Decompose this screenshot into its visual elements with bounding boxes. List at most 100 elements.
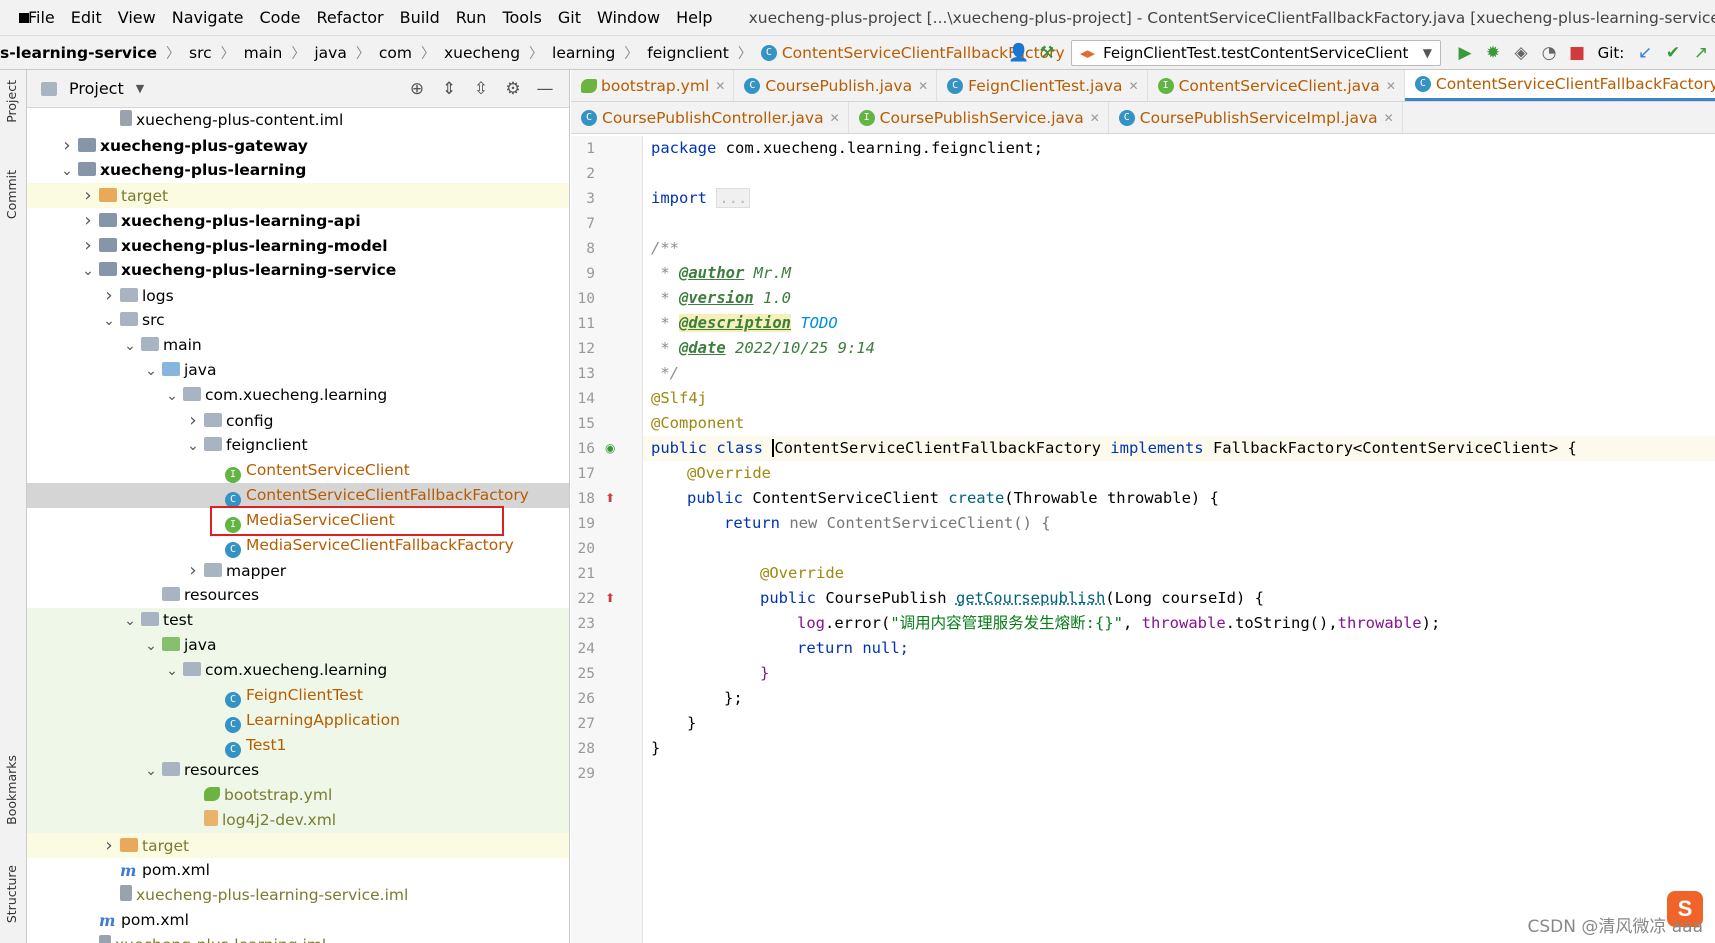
chevron-down-icon[interactable]: ⌄ <box>140 359 162 384</box>
tree-item[interactable]: m pom.xml <box>27 908 569 933</box>
tree-item[interactable]: log4j2-dev.xml <box>27 808 569 833</box>
tree-item[interactable]: xuecheng-plus-learning-service.iml <box>27 883 569 908</box>
line-number[interactable]: 16 <box>571 441 595 457</box>
tree-item[interactable]: bootstrap.yml <box>27 783 569 808</box>
tree-item[interactable]: ⌄ com.xuecheng.learning <box>27 658 569 683</box>
menu-file[interactable]: File <box>28 8 55 27</box>
menu-tools[interactable]: Tools <box>502 8 541 27</box>
tree-item[interactable]: ⌄ main <box>27 333 569 358</box>
menu-run[interactable]: Run <box>456 8 487 27</box>
tree-item[interactable]: › target <box>27 833 569 858</box>
build-hammer-icon[interactable]: ⚒ <box>1033 40 1061 66</box>
tree-item[interactable]: m pom.xml <box>27 858 569 883</box>
tree-item[interactable]: › mapper <box>27 558 569 583</box>
tree-item[interactable]: › logs <box>27 283 569 308</box>
breadcrumb-xuecheng[interactable]: xuecheng <box>444 44 520 62</box>
line-number[interactable]: 26 <box>571 691 595 707</box>
menu-window[interactable]: Window <box>597 8 660 27</box>
breadcrumb-learning[interactable]: learning <box>552 44 615 62</box>
profile-icon[interactable]: ◔ <box>1535 40 1563 66</box>
chevron-down-icon[interactable]: ⌄ <box>161 659 183 684</box>
chevron-right-icon[interactable]: › <box>98 283 120 308</box>
line-number[interactable]: 21 <box>571 566 595 582</box>
breadcrumb-module[interactable]: s-learning-service <box>0 44 157 62</box>
close-icon[interactable]: ✕ <box>1384 111 1394 125</box>
stop-icon[interactable]: ■ <box>1563 40 1591 66</box>
tree-item[interactable]: C ContentServiceClientFallbackFactory <box>27 483 569 508</box>
tree-item[interactable]: C Test1 <box>27 733 569 758</box>
tree-item[interactable]: ⌄ src <box>27 308 569 333</box>
line-number[interactable]: 15 <box>571 416 595 432</box>
line-number[interactable]: 23 <box>571 616 595 632</box>
chevron-down-icon[interactable]: ⌄ <box>77 259 99 284</box>
git-commit-icon[interactable]: ✔ <box>1659 40 1687 66</box>
line-number[interactable]: 3 <box>571 191 595 207</box>
editor-tab[interactable]: I CoursePublishService.java ✕ <box>849 102 1109 133</box>
menu-navigate[interactable]: Navigate <box>172 8 244 27</box>
chevron-down-icon[interactable]: ⌄ <box>119 609 141 634</box>
menu-git[interactable]: Git <box>558 8 581 27</box>
locate-icon[interactable]: ⊕ <box>401 79 433 99</box>
collapse-all-icon[interactable]: ⇳ <box>465 79 497 99</box>
tree-item[interactable]: ⌄ feignclient <box>27 433 569 458</box>
coverage-icon[interactable]: ◈ <box>1507 40 1535 66</box>
tool-tab-bookmarks[interactable]: Bookmarks <box>4 755 19 825</box>
editor-tab[interactable]: C CoursePublishServiceImpl.java ✕ <box>1109 102 1403 133</box>
close-icon[interactable]: ✕ <box>1090 111 1100 125</box>
line-number[interactable]: 13 <box>571 366 595 382</box>
project-panel-title[interactable]: Project <box>69 79 124 98</box>
chevron-down-icon[interactable]: ⌄ <box>182 434 204 459</box>
git-push-icon[interactable]: ↗ <box>1687 40 1715 66</box>
menu-build[interactable]: Build <box>400 8 440 27</box>
tool-tab-project[interactable]: Project <box>4 80 19 123</box>
line-number[interactable]: 7 <box>571 216 595 232</box>
git-update-icon[interactable]: ↙ <box>1631 40 1659 66</box>
tool-tab-commit[interactable]: Commit <box>4 170 19 219</box>
breadcrumb-src[interactable]: src <box>189 44 212 62</box>
line-number[interactable]: 10 <box>571 291 595 307</box>
chevron-right-icon[interactable]: › <box>182 408 204 433</box>
editor-tab[interactable]: C CoursePublish.java ✕ <box>734 70 938 101</box>
chevron-down-icon[interactable]: ⌄ <box>140 759 162 784</box>
debug-icon[interactable]: ✹ <box>1479 40 1507 66</box>
chevron-right-icon[interactable]: › <box>56 133 78 158</box>
line-number[interactable]: 8 <box>571 241 595 257</box>
chevron-right-icon[interactable]: › <box>77 183 99 208</box>
line-number[interactable]: 29 <box>571 766 595 782</box>
editor-tab[interactable]: C CoursePublishController.java ✕ <box>571 102 849 133</box>
tree-item[interactable]: ⌄ xuecheng-plus-learning-service <box>27 258 569 283</box>
tree-item[interactable]: › xuecheng-plus-learning-model <box>27 233 569 258</box>
line-number[interactable]: 17 <box>571 466 595 482</box>
close-icon[interactable]: ✕ <box>1386 79 1396 93</box>
chevron-right-icon[interactable]: › <box>182 558 204 583</box>
chevron-down-icon[interactable]: ⌄ <box>161 384 183 409</box>
breadcrumb-feignclient[interactable]: feignclient <box>647 44 729 62</box>
menu-refactor[interactable]: Refactor <box>316 8 383 27</box>
tool-tab-structure[interactable]: Structure <box>4 865 19 923</box>
line-number[interactable]: 28 <box>571 741 595 757</box>
tree-item[interactable]: ⌄ resources <box>27 758 569 783</box>
line-number[interactable]: 12 <box>571 341 595 357</box>
tree-item[interactable]: ⌄ com.xuecheng.learning <box>27 383 569 408</box>
menu-view[interactable]: View <box>118 8 156 27</box>
tree-item[interactable]: resources <box>27 583 569 608</box>
breadcrumb-java[interactable]: java <box>314 44 346 62</box>
line-number[interactable]: 22 <box>571 591 595 607</box>
line-number[interactable]: 1 <box>571 141 595 157</box>
close-icon[interactable]: ✕ <box>830 111 840 125</box>
implements-method-icon[interactable]: ⬆ <box>605 491 615 505</box>
line-number[interactable]: 2 <box>571 166 595 182</box>
folded-imports[interactable]: ... <box>716 188 751 208</box>
tree-item[interactable]: ⌄ java <box>27 358 569 383</box>
line-number[interactable]: 18 <box>571 491 595 507</box>
tree-item[interactable]: xuecheng-plus-content.iml <box>27 108 569 133</box>
line-number[interactable]: 27 <box>571 716 595 732</box>
line-number[interactable]: 19 <box>571 516 595 532</box>
chevron-right-icon[interactable]: › <box>98 833 120 858</box>
chevron-down-icon[interactable]: ⌄ <box>56 159 78 184</box>
gear-icon[interactable]: ⚙ <box>497 79 529 99</box>
line-number[interactable]: 9 <box>571 266 595 282</box>
code-editor[interactable]: 1 2 3 7 8 9 10 11 12 13 14 15 16 17 18 19 20 21 22 23 24 25 26… <box>571 136 1715 943</box>
chevron-down-icon[interactable]: ▼ <box>136 82 144 95</box>
line-number[interactable]: 11 <box>571 316 595 332</box>
